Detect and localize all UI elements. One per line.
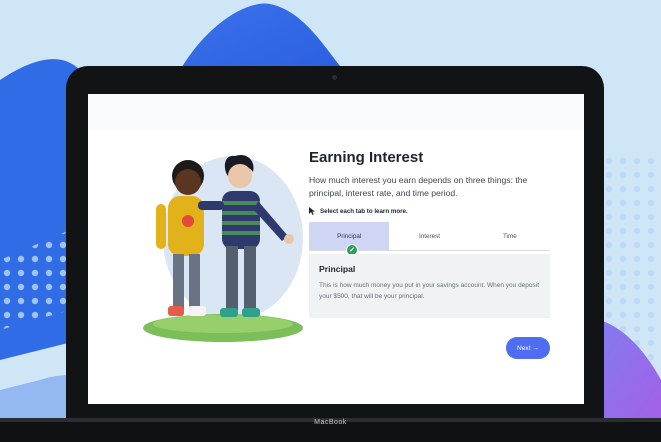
- page-title: Earning Interest: [309, 149, 424, 166]
- next-button[interactable]: Next →: [506, 337, 550, 359]
- tab-time-label: Time: [502, 232, 517, 240]
- camera-icon: [332, 75, 337, 80]
- tab-principal-label: Principal: [337, 232, 362, 240]
- tab-content-panel: Principal This is how much money you put…: [309, 254, 550, 318]
- laptop-brand-label: MacBook: [314, 419, 347, 426]
- panel-text: This is how much money you put in your s…: [319, 282, 540, 300]
- tab-principal[interactable]: Principal ✓: [309, 222, 390, 256]
- tab-time[interactable]: Time: [470, 222, 550, 250]
- screen-header-band: [88, 94, 584, 130]
- cursor-icon: [309, 207, 315, 215]
- topic-tabs: Principal ✓ Interest Time: [309, 222, 550, 256]
- lesson-screen: Earning Interest How much interest you e…: [88, 94, 584, 404]
- tab-interest-label: Interest: [418, 232, 440, 240]
- panel-title: Principal: [319, 264, 356, 274]
- tab-hint-label: Select each tab to learn more.: [320, 207, 408, 215]
- tab-hint: Select each tab to learn more.: [309, 207, 408, 215]
- intro-text: How much interest you earn depends on th…: [309, 175, 528, 198]
- two-friends-illustration: [143, 154, 303, 342]
- tab-interest[interactable]: Interest: [389, 222, 469, 250]
